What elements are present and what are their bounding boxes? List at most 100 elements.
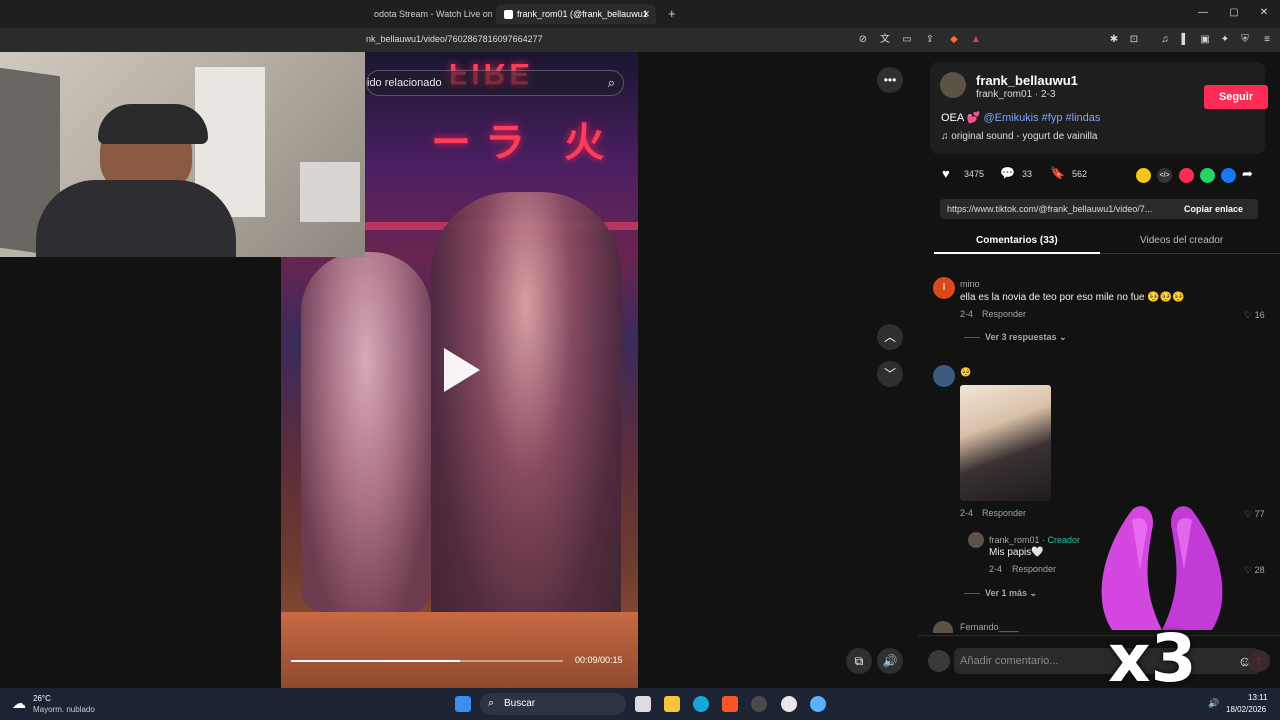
coin-share-icon[interactable] [1136,168,1151,183]
next-comment-author[interactable]: Fernando____ [960,622,1019,632]
taskbar-search[interactable]: ⌕ Buscar [480,693,626,715]
wallet-icon[interactable]: ▣ [1198,33,1212,47]
music-icon[interactable]: ♫ [1158,33,1172,47]
facebook-icon[interactable] [1221,168,1236,183]
vpn-icon[interactable]: ⛨ [1238,33,1252,47]
temperature[interactable]: 26°C [33,694,51,703]
clock-time[interactable]: 13:11 [1248,693,1267,702]
screen-icon[interactable]: ▭ [900,33,914,47]
comment-placeholder: Añadir comentario... [960,655,1059,667]
commenter-avatar[interactable] [933,365,955,387]
chrome-icon[interactable] [781,696,797,712]
reply-button[interactable]: Responder [1012,564,1056,574]
comment-likes[interactable]: ♡ 16 [1244,310,1265,321]
tab-kick[interactable]: odota Stream - Watch Live on Kick [366,4,492,24]
creator-card: frank_bellauwu1 frank_rom01 · 2-3 Seguir… [930,62,1268,154]
creator-avatar[interactable] [940,72,966,98]
previous-video-button[interactable]: ︿ [877,324,903,350]
pip-button[interactable]: ⧉ [846,648,872,674]
caption-text: OEA [941,112,964,124]
progress-bar[interactable] [291,660,563,662]
sidebar-icon[interactable]: ▌ [1178,33,1192,47]
close-window-icon[interactable]: ✕ [1257,6,1271,20]
view-more-button[interactable]: Ver 1 más ⌄ [985,588,1037,599]
next-video-button[interactable]: ﹀ [877,361,903,387]
view-replies-label: Ver 3 respuestas [985,332,1057,342]
emoji-author: 🥺 [960,367,972,377]
like-icon[interactable]: ♥ [942,166,950,181]
music-note-icon: ♫ [941,131,949,142]
menu-icon[interactable]: ≡ [1260,33,1274,47]
commenter-avatar[interactable]: I [933,277,955,299]
network-app-icon[interactable] [810,696,826,712]
streamer-shirt [36,180,236,257]
search-icon[interactable]: ⌕ [608,75,615,91]
maximize-icon[interactable]: ▢ [1227,6,1241,20]
clock-date[interactable]: 18/02/2026 [1226,705,1266,714]
reply-date: 2-4 [989,564,1003,574]
weather-status[interactable]: Mayorm. nublado [33,705,95,714]
leo-icon[interactable]: ✦ [1218,33,1232,47]
windows-taskbar: ☁ 26°C Mayorm. nublado ⌕ Buscar 🔊 13:11 … [0,688,1280,720]
brave-rewards-icon[interactable]: ▲ [969,33,983,47]
whatsapp-icon[interactable] [1200,168,1215,183]
speaker-icon[interactable]: 🔊 [1208,698,1219,709]
browser-tab-bar: odota Stream - Watch Live on Kick frank_… [0,0,1280,28]
sound-line[interactable]: ♫ original sound - yogurt de vainilla [941,131,1097,142]
url-field[interactable]: nk_bellauwu1/video/7602867816097664277 [366,34,543,44]
commenter-avatar[interactable] [933,621,953,633]
sound-name: original sound - yogurt de vainilla [951,131,1098,142]
share-icon[interactable]: ⇪ [923,33,937,47]
comment-author[interactable]: mino [960,279,980,289]
reply-avatar[interactable] [968,532,984,548]
creator-handle: frank_rom01 · 2-3 [976,89,1056,100]
creator-username[interactable]: frank_bellauwu1 [976,73,1078,88]
praying-hands-overlay [1101,506,1223,630]
comment-input[interactable]: Añadir comentario... ☺ [954,648,1260,674]
brave-shield-icon[interactable]: ◆ [947,33,961,47]
file-explorer-icon[interactable] [664,696,680,712]
tab-creator-videos[interactable]: Videos del creador [1140,235,1223,246]
send-icon[interactable] [1179,168,1194,183]
comment-like-count: 77 [1254,509,1265,519]
address-bar: nk_bellauwu1/video/7602867816097664277 ⊘… [0,28,1280,52]
screenshot-icon[interactable]: ⊡ [1127,33,1141,47]
follow-button[interactable]: Seguir [1204,85,1268,109]
related-search-bar[interactable]: ido relacionado ⌕ [366,70,624,96]
brave-icon[interactable] [722,696,738,712]
comment-photo[interactable] [960,385,1051,501]
windows-start-icon[interactable] [455,696,471,712]
tab-comments[interactable]: Comentarios (33) [976,235,1058,246]
no-tracking-icon[interactable]: ⊘ [856,33,870,47]
edge-icon[interactable] [693,696,709,712]
neon-glyphs: ーラ 火 [431,121,619,165]
share-link-text[interactable]: https://www.tiktok.com/@frank_bellauwu1/… [947,204,1152,214]
send-comment-button[interactable]: ↑ [1248,650,1270,672]
embed-icon[interactable]: </> [1157,168,1172,183]
copy-link-button[interactable]: Copiar enlace [1184,204,1243,214]
comment-body: ella es la novia de teo por eso mile no … [960,292,1145,303]
caption: OEA 💕 @Emikukis #fyp #lindas [941,111,1100,124]
share-arrow-icon[interactable]: ➦ [1242,166,1253,182]
view-replies-button[interactable]: Ver 3 respuestas ⌄ [985,332,1067,343]
task-view-icon[interactable] [635,696,651,712]
caption-tags[interactable]: @Emikukis #fyp #lindas [983,112,1100,124]
reply-author[interactable]: frank_rom01 [989,535,1040,545]
bookmark-icon[interactable]: 🔖 [1050,166,1065,180]
tab-label: frank_rom01 (@frank_bellauwu1 [517,9,648,19]
play-icon[interactable] [444,348,480,392]
reply-button[interactable]: Responder [982,508,1026,518]
comment-like-count: 16 [1254,310,1265,320]
reply-button[interactable]: Responder [982,309,1026,319]
app-icon[interactable] [751,696,767,712]
extensions-icon[interactable]: ✱ [1107,33,1121,47]
close-icon[interactable]: ✕ [642,4,650,24]
new-tab-button[interactable]: + [660,4,680,24]
minimize-icon[interactable]: — [1196,6,1210,20]
volume-button[interactable]: 🔊 [877,648,903,674]
translate-icon[interactable]: 文 [878,33,892,47]
user-avatar [928,650,950,672]
tab-tiktok[interactable]: frank_rom01 (@frank_bellauwu1 ✕ [496,4,656,24]
more-options-button[interactable]: ••• [877,67,903,93]
comment-icon[interactable]: 💬 [1000,166,1015,180]
